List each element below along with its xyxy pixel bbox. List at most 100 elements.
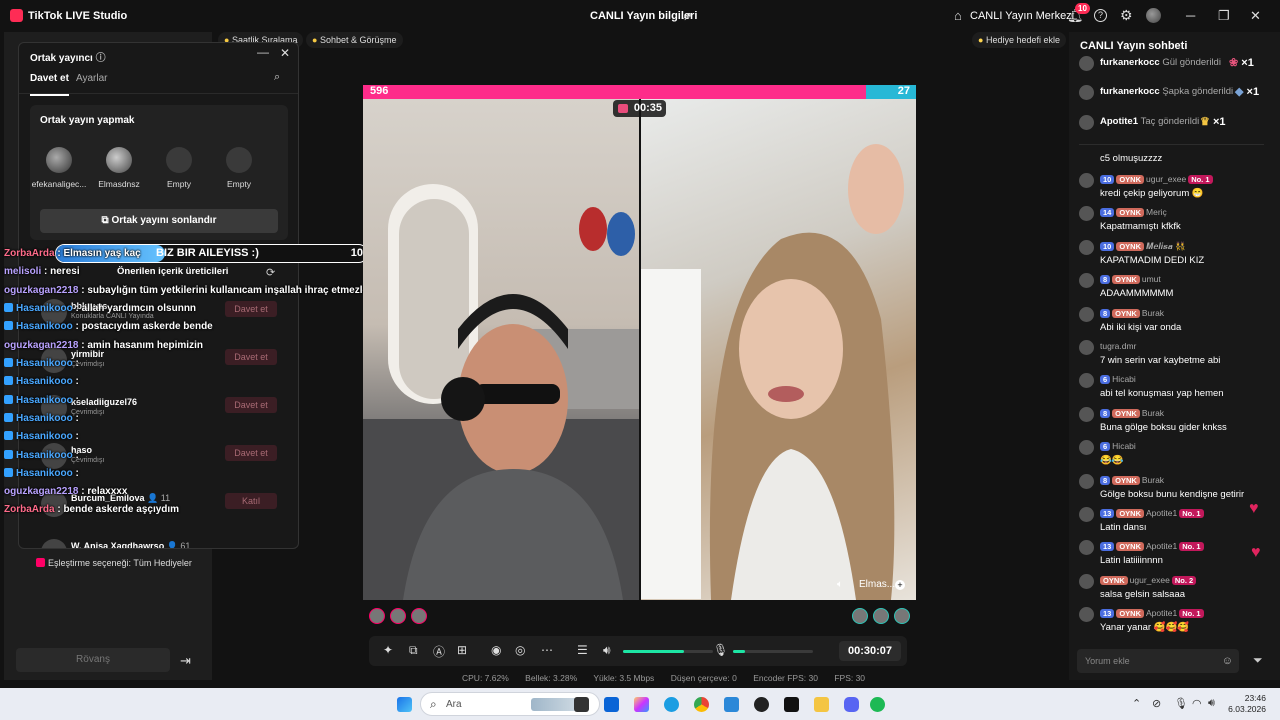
chat-username[interactable]: ugur_exee	[1146, 174, 1186, 184]
cohost-slot[interactable]: Elmasdnsz	[90, 147, 148, 189]
volume-icon[interactable]: 🔊︎	[603, 643, 611, 658]
add-icon[interactable]: +	[895, 580, 905, 590]
target-icon[interactable]: ◎	[515, 643, 525, 657]
settings-app-icon[interactable]	[724, 697, 739, 712]
clock[interactable]: 23:46 6.03.2026	[1218, 693, 1266, 715]
gear-icon[interactable]: ⚙	[1120, 7, 1133, 24]
avatar[interactable]	[1079, 306, 1094, 322]
home-icon[interactable]: ⌂	[954, 8, 962, 23]
avatar[interactable]	[1079, 406, 1094, 422]
avatar[interactable]	[1079, 373, 1094, 389]
maximize-button[interactable]: ❐	[1218, 8, 1230, 24]
overlay-chat-user[interactable]: Hasanikooo	[16, 321, 73, 332]
chat-username[interactable]: 𝑴𝒆𝒍𝒊𝒔𝒂 👯	[1146, 241, 1186, 251]
search-icon[interactable]: ⌕	[274, 71, 280, 84]
task-view-icon[interactable]	[574, 697, 589, 712]
close-button[interactable]: ✕	[1250, 8, 1261, 24]
spotify-icon[interactable]	[870, 697, 885, 712]
screen-icon[interactable]: ⧉	[409, 643, 418, 658]
overlay-chat-user[interactable]: oguzkagan2218	[4, 340, 78, 351]
comment-input[interactable]: Yorum ekle ☺	[1077, 649, 1239, 673]
top-gifter-avatar[interactable]	[873, 608, 889, 624]
avatar[interactable]	[1079, 239, 1094, 255]
avatar[interactable]	[1079, 507, 1094, 522]
wifi-icon[interactable]: ◠	[1192, 697, 1202, 710]
chat-username[interactable]: ugur_exee	[1130, 575, 1170, 585]
chevron-up-icon[interactable]: ⌃	[1132, 697, 1141, 710]
avatar[interactable]	[1079, 340, 1094, 355]
refresh-icon[interactable]: ⟳	[266, 266, 275, 279]
chat-call-chip[interactable]: ● Sohbet & Görüşme	[306, 32, 403, 48]
top-gifter-avatar[interactable]	[852, 608, 868, 624]
avatar[interactable]	[1079, 573, 1094, 589]
overlay-chat-user[interactable]: Hasanikooo	[16, 450, 73, 461]
invite-button[interactable]: Davet et	[225, 445, 277, 461]
avatar[interactable]	[1079, 273, 1094, 289]
overlay-chat-user[interactable]: Hasanikooo	[16, 395, 73, 406]
top-gifter-avatar[interactable]	[369, 608, 385, 624]
discord-icon[interactable]	[844, 697, 859, 712]
chat-username[interactable]: Apotite1	[1146, 541, 1177, 551]
gift-goal-chip[interactable]: ● Hediye hedefi ekle	[972, 32, 1067, 48]
close-icon[interactable]: ✕	[280, 46, 290, 60]
cohost-slot[interactable]: Empty	[150, 147, 208, 189]
mic-tray-icon[interactable]: 🎙︎	[1174, 697, 1188, 710]
invite-button[interactable]: Davet et	[225, 301, 277, 317]
invite-button[interactable]: Davet et	[225, 397, 277, 413]
speaker-tray-icon[interactable]: 🔊︎	[1208, 697, 1215, 710]
cohost-slot[interactable]: Empty	[210, 147, 268, 189]
avatar[interactable]	[1079, 440, 1094, 456]
sliders-icon[interactable]: ☰	[577, 643, 588, 657]
chat-username[interactable]: Apotite1	[1146, 508, 1177, 518]
overlay-chat-user[interactable]: Hasanikooo	[16, 431, 73, 442]
invite-button[interactable]: Davet et	[225, 349, 277, 365]
record-icon[interactable]: ◉	[491, 643, 501, 657]
overlay-chat-user[interactable]: melisoli	[4, 266, 41, 277]
network-icon[interactable]: ⊘	[1152, 697, 1161, 710]
chat-username[interactable]: tugra.dmr	[1100, 341, 1136, 351]
rematch-button[interactable]: Rövanş	[16, 648, 170, 672]
copilot-icon[interactable]	[634, 697, 649, 712]
cohost-slot[interactable]: efekanaligec...	[30, 147, 88, 189]
end-cohost-button[interactable]: ⧉ Ortak yayını sonlandır	[40, 209, 278, 233]
taskbar-search[interactable]: ⌕ Ara	[420, 692, 600, 716]
live-center-link[interactable]: CANLI Yayın Merkezi	[970, 10, 1074, 22]
overlay-chat-user[interactable]: Hasanikooo	[16, 468, 73, 479]
chat-username[interactable]: Apotite1	[1146, 608, 1177, 618]
overlay-chat-user[interactable]: Hasanikooo	[16, 376, 73, 387]
top-gifter-avatar[interactable]	[411, 608, 427, 624]
overlay-chat-user[interactable]: Hasanikooo	[16, 303, 73, 314]
filter-icon[interactable]: ⏷	[1253, 653, 1263, 668]
overlay-chat-user[interactable]: ZorbaArda	[4, 248, 55, 259]
help-icon[interactable]: ?	[1094, 9, 1107, 22]
windows-start-icon[interactable]	[397, 697, 412, 712]
overlay-chat-user[interactable]: Hasanikooo	[16, 358, 73, 369]
tiktok-icon[interactable]	[784, 697, 799, 712]
speaker-icon[interactable]: 🔈︎	[837, 579, 843, 590]
mic-slider[interactable]	[733, 650, 813, 653]
chat-username[interactable]: Hicabi	[1112, 441, 1136, 451]
avatar[interactable]	[1079, 473, 1094, 489]
minimize-button[interactable]: ─	[1186, 8, 1195, 23]
chat-username[interactable]: Burak	[1142, 408, 1164, 418]
plus-box-icon[interactable]: ⊞	[457, 643, 467, 657]
volume-slider[interactable]	[623, 650, 713, 653]
top-gifter-avatar[interactable]	[894, 608, 910, 624]
top-gifter-avatar[interactable]	[390, 608, 406, 624]
chat-username[interactable]: Meriç	[1146, 207, 1167, 217]
outlook-icon[interactable]	[604, 697, 619, 712]
ai-icon[interactable]: Ⓐ	[433, 643, 445, 660]
chat-username[interactable]: Burak	[1142, 308, 1164, 318]
edge-icon[interactable]	[664, 697, 679, 712]
minimize-icon[interactable]: —	[257, 45, 269, 59]
avatar[interactable]	[1146, 8, 1161, 23]
overlay-chat-user[interactable]: ZorbaArda	[4, 504, 55, 515]
overlay-chat-user[interactable]: oguzkagan2218	[4, 486, 78, 497]
join-button[interactable]: Katıl	[225, 493, 277, 509]
chat-username[interactable]: Burak	[1142, 475, 1164, 485]
avatar[interactable]	[1079, 206, 1094, 222]
info-icon[interactable]: ⓘ	[96, 53, 106, 64]
magic-wand-icon[interactable]: ✦	[383, 643, 393, 657]
obs-icon[interactable]	[754, 697, 769, 712]
emoji-icon[interactable]: ☺	[1222, 649, 1233, 673]
